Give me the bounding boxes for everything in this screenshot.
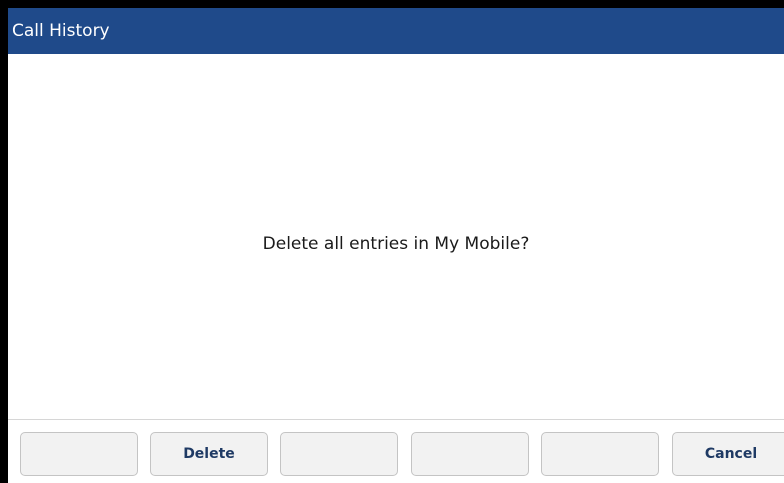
- title-bar: Call History: [8, 8, 784, 54]
- softkey-4[interactable]: [411, 432, 529, 476]
- confirmation-dialog: Delete all entries in My Mobile?: [8, 54, 784, 419]
- confirmation-message: Delete all entries in My Mobile?: [262, 234, 530, 254]
- phone-screen: Call History Delete all entries in My Mo…: [8, 8, 784, 483]
- softkey-1[interactable]: [20, 432, 138, 476]
- softkey-5[interactable]: [541, 432, 659, 476]
- page-title: Call History: [12, 21, 110, 41]
- cancel-button[interactable]: Cancel: [672, 432, 784, 476]
- delete-button[interactable]: Delete: [150, 432, 268, 476]
- softkey-bar: Delete Cancel: [8, 419, 784, 483]
- softkey-3[interactable]: [280, 432, 398, 476]
